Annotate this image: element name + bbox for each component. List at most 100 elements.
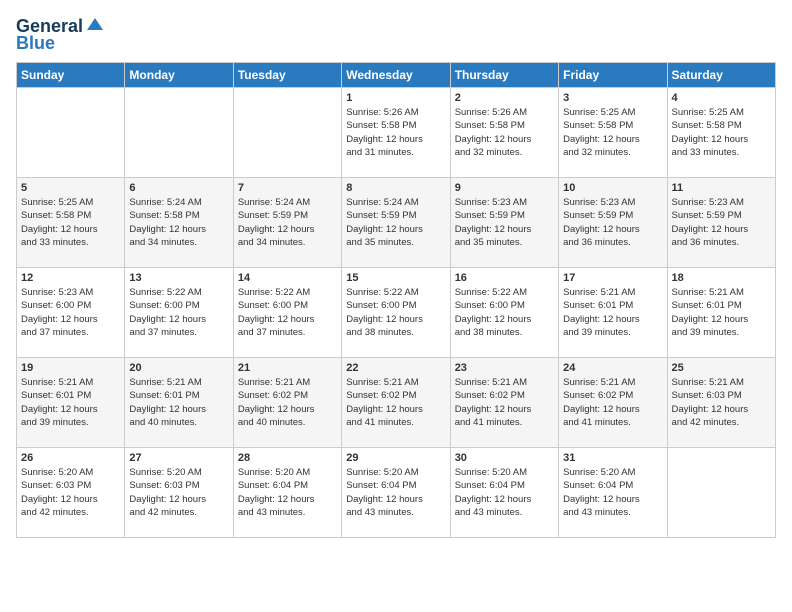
day-number: 11 <box>672 182 771 194</box>
weekday-header-saturday: Saturday <box>667 63 775 88</box>
week-row-1: 1 Sunrise: 5:26 AM Sunset: 5:58 PM Daylig… <box>17 88 776 178</box>
cell-info: Sunrise: 5:21 AM Sunset: 6:02 PM Dayligh… <box>238 376 337 429</box>
cell-info: Sunrise: 5:26 AM Sunset: 5:58 PM Dayligh… <box>346 106 445 159</box>
cell-info: Sunrise: 5:23 AM Sunset: 5:59 PM Dayligh… <box>563 196 662 249</box>
cell-info: Sunrise: 5:22 AM Sunset: 6:00 PM Dayligh… <box>455 286 554 339</box>
calendar-cell <box>125 88 233 178</box>
day-number: 5 <box>21 182 120 194</box>
day-number: 14 <box>238 272 337 284</box>
calendar-cell: 11 Sunrise: 5:23 AM Sunset: 5:59 PM Dayli… <box>667 178 775 268</box>
day-number: 27 <box>129 452 228 464</box>
cell-info: Sunrise: 5:21 AM Sunset: 6:01 PM Dayligh… <box>21 376 120 429</box>
day-number: 17 <box>563 272 662 284</box>
cell-info: Sunrise: 5:25 AM Sunset: 5:58 PM Dayligh… <box>21 196 120 249</box>
day-number: 28 <box>238 452 337 464</box>
calendar-cell: 4 Sunrise: 5:25 AM Sunset: 5:58 PM Daylig… <box>667 88 775 178</box>
cell-info: Sunrise: 5:22 AM Sunset: 6:00 PM Dayligh… <box>346 286 445 339</box>
weekday-header-row: SundayMondayTuesdayWednesdayThursdayFrid… <box>17 63 776 88</box>
week-row-4: 19 Sunrise: 5:21 AM Sunset: 6:01 PM Dayli… <box>17 358 776 448</box>
calendar-cell <box>667 448 775 538</box>
day-number: 4 <box>672 92 771 104</box>
calendar-cell: 10 Sunrise: 5:23 AM Sunset: 5:59 PM Dayli… <box>559 178 667 268</box>
cell-info: Sunrise: 5:23 AM Sunset: 6:00 PM Dayligh… <box>21 286 120 339</box>
calendar-cell: 3 Sunrise: 5:25 AM Sunset: 5:58 PM Daylig… <box>559 88 667 178</box>
week-row-3: 12Sunrise: 5:23 AM Sunset: 6:00 PM Dayli… <box>17 268 776 358</box>
cell-info: Sunrise: 5:22 AM Sunset: 6:00 PM Dayligh… <box>238 286 337 339</box>
weekday-header-friday: Friday <box>559 63 667 88</box>
cell-info: Sunrise: 5:26 AM Sunset: 5:58 PM Dayligh… <box>455 106 554 159</box>
calendar-cell: 31 Sunrise: 5:20 AM Sunset: 6:04 PM Dayli… <box>559 448 667 538</box>
cell-info: Sunrise: 5:24 AM Sunset: 5:59 PM Dayligh… <box>346 196 445 249</box>
day-number: 20 <box>129 362 228 374</box>
cell-info: Sunrise: 5:20 AM Sunset: 6:04 PM Dayligh… <box>238 466 337 519</box>
cell-info: Sunrise: 5:23 AM Sunset: 5:59 PM Dayligh… <box>455 196 554 249</box>
calendar-cell: 8Sunrise: 5:24 AM Sunset: 5:59 PM Daylig… <box>342 178 450 268</box>
calendar-cell: 2 Sunrise: 5:26 AM Sunset: 5:58 PM Daylig… <box>450 88 558 178</box>
day-number: 2 <box>455 92 554 104</box>
calendar-cell: 27 Sunrise: 5:20 AM Sunset: 6:03 PM Dayli… <box>125 448 233 538</box>
calendar-cell: 13Sunrise: 5:22 AM Sunset: 6:00 PM Dayli… <box>125 268 233 358</box>
calendar-cell: 29 Sunrise: 5:20 AM Sunset: 6:04 PM Dayli… <box>342 448 450 538</box>
day-number: 1 <box>346 92 445 104</box>
cell-info: Sunrise: 5:21 AM Sunset: 6:01 PM Dayligh… <box>563 286 662 339</box>
calendar-cell: 12Sunrise: 5:23 AM Sunset: 6:00 PM Dayli… <box>17 268 125 358</box>
calendar-cell: 16 Sunrise: 5:22 AM Sunset: 6:00 PM Dayli… <box>450 268 558 358</box>
cell-info: Sunrise: 5:20 AM Sunset: 6:03 PM Dayligh… <box>129 466 228 519</box>
cell-info: Sunrise: 5:20 AM Sunset: 6:04 PM Dayligh… <box>346 466 445 519</box>
day-number: 30 <box>455 452 554 464</box>
calendar-cell: 1 Sunrise: 5:26 AM Sunset: 5:58 PM Daylig… <box>342 88 450 178</box>
calendar-cell: 5 Sunrise: 5:25 AM Sunset: 5:58 PM Daylig… <box>17 178 125 268</box>
week-row-5: 26Sunrise: 5:20 AM Sunset: 6:03 PM Dayli… <box>17 448 776 538</box>
calendar-cell: 25 Sunrise: 5:21 AM Sunset: 6:03 PM Dayli… <box>667 358 775 448</box>
day-number: 22 <box>346 362 445 374</box>
day-number: 18 <box>672 272 771 284</box>
day-number: 29 <box>346 452 445 464</box>
cell-info: Sunrise: 5:25 AM Sunset: 5:58 PM Dayligh… <box>563 106 662 159</box>
calendar-cell: 28 Sunrise: 5:20 AM Sunset: 6:04 PM Dayli… <box>233 448 341 538</box>
day-number: 15 <box>346 272 445 284</box>
day-number: 31 <box>563 452 662 464</box>
day-number: 25 <box>672 362 771 374</box>
day-number: 9 <box>455 182 554 194</box>
logo: General Blue <box>16 16 105 54</box>
day-number: 19 <box>21 362 120 374</box>
weekday-header-monday: Monday <box>125 63 233 88</box>
calendar-cell <box>233 88 341 178</box>
calendar-cell: 7Sunrise: 5:24 AM Sunset: 5:59 PM Daylig… <box>233 178 341 268</box>
cell-info: Sunrise: 5:21 AM Sunset: 6:01 PM Dayligh… <box>672 286 771 339</box>
calendar-cell: 17 Sunrise: 5:21 AM Sunset: 6:01 PM Dayli… <box>559 268 667 358</box>
calendar-cell: 19 Sunrise: 5:21 AM Sunset: 6:01 PM Dayli… <box>17 358 125 448</box>
cell-info: Sunrise: 5:24 AM Sunset: 5:58 PM Dayligh… <box>129 196 228 249</box>
calendar-cell <box>17 88 125 178</box>
calendar-cell: 9 Sunrise: 5:23 AM Sunset: 5:59 PM Daylig… <box>450 178 558 268</box>
day-number: 23 <box>455 362 554 374</box>
calendar-cell: 14 Sunrise: 5:22 AM Sunset: 6:00 PM Dayli… <box>233 268 341 358</box>
day-number: 3 <box>563 92 662 104</box>
cell-info: Sunrise: 5:25 AM Sunset: 5:58 PM Dayligh… <box>672 106 771 159</box>
cell-info: Sunrise: 5:21 AM Sunset: 6:02 PM Dayligh… <box>455 376 554 429</box>
logo-triangle-icon <box>85 16 105 36</box>
calendar-cell: 24 Sunrise: 5:21 AM Sunset: 6:02 PM Dayli… <box>559 358 667 448</box>
cell-info: Sunrise: 5:20 AM Sunset: 6:04 PM Dayligh… <box>563 466 662 519</box>
calendar-cell: 20 Sunrise: 5:21 AM Sunset: 6:01 PM Dayli… <box>125 358 233 448</box>
calendar-cell: 18 Sunrise: 5:21 AM Sunset: 6:01 PM Dayli… <box>667 268 775 358</box>
cell-info: Sunrise: 5:23 AM Sunset: 5:59 PM Dayligh… <box>672 196 771 249</box>
calendar-cell: 22 Sunrise: 5:21 AM Sunset: 6:02 PM Dayli… <box>342 358 450 448</box>
calendar-table: SundayMondayTuesdayWednesdayThursdayFrid… <box>16 62 776 538</box>
weekday-header-thursday: Thursday <box>450 63 558 88</box>
cell-info: Sunrise: 5:21 AM Sunset: 6:01 PM Dayligh… <box>129 376 228 429</box>
weekday-header-wednesday: Wednesday <box>342 63 450 88</box>
day-number: 16 <box>455 272 554 284</box>
cell-info: Sunrise: 5:24 AM Sunset: 5:59 PM Dayligh… <box>238 196 337 249</box>
cell-info: Sunrise: 5:21 AM Sunset: 6:02 PM Dayligh… <box>346 376 445 429</box>
calendar-cell: 21 Sunrise: 5:21 AM Sunset: 6:02 PM Dayli… <box>233 358 341 448</box>
day-number: 24 <box>563 362 662 374</box>
day-number: 21 <box>238 362 337 374</box>
cell-info: Sunrise: 5:21 AM Sunset: 6:02 PM Dayligh… <box>563 376 662 429</box>
cell-info: Sunrise: 5:22 AM Sunset: 6:00 PM Dayligh… <box>129 286 228 339</box>
calendar-cell: 30Sunrise: 5:20 AM Sunset: 6:04 PM Dayli… <box>450 448 558 538</box>
day-number: 10 <box>563 182 662 194</box>
header: General Blue <box>16 16 776 54</box>
week-row-2: 5 Sunrise: 5:25 AM Sunset: 5:58 PM Daylig… <box>17 178 776 268</box>
cell-info: Sunrise: 5:21 AM Sunset: 6:03 PM Dayligh… <box>672 376 771 429</box>
